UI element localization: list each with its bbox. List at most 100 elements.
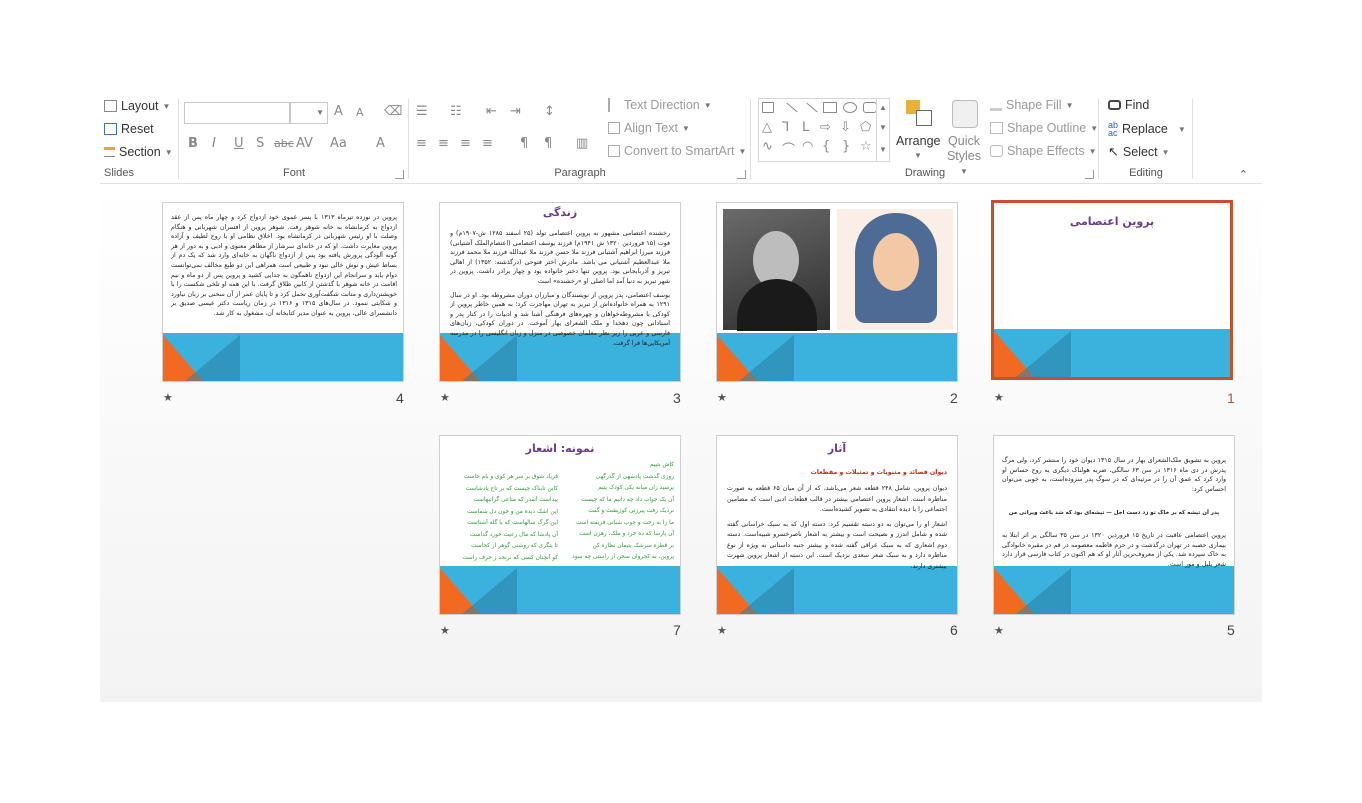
chevron-down-icon: ▼ xyxy=(316,108,324,117)
arc-shape-icon[interactable]: ◠ xyxy=(802,139,813,154)
arrange-button[interactable]: Arrange ▼ xyxy=(896,98,940,164)
slide-thumbnail-4[interactable]: پروین در نوزده تیرماه ۱۳۱۳ با پسر عموی خ… xyxy=(162,202,404,382)
replace-label: Replace xyxy=(1122,122,1168,136)
font-size-field[interactable]: ▼ xyxy=(290,102,328,124)
line-shape-icon[interactable] xyxy=(786,102,798,113)
elbow-connector-shape-icon[interactable]: ⅂ xyxy=(782,120,789,135)
freeform-shape-icon[interactable]: ∿ xyxy=(762,139,773,154)
text-direction-icon xyxy=(608,98,620,112)
down-arrow-shape-icon[interactable]: ⇩ xyxy=(840,120,851,135)
shrink-font-button[interactable]: A xyxy=(356,106,364,119)
slide-number: 2 xyxy=(950,390,958,406)
shape-effects-button[interactable]: Shape Effects ▼ xyxy=(990,144,1097,158)
text-direction-button[interactable]: Text Direction ▼ xyxy=(608,98,712,112)
shape-fill-button[interactable]: Shape Fill ▼ xyxy=(990,98,1074,112)
left-brace-shape-icon[interactable]: { xyxy=(822,139,830,154)
align-left-icon[interactable]: ≡ xyxy=(416,136,427,151)
collapse-ribbon-icon[interactable]: ⌃ xyxy=(1239,168,1248,181)
clear-formatting-icon[interactable]: ⌫ xyxy=(384,104,402,119)
quick-styles-button[interactable]: Quick Styles ▼ xyxy=(944,98,984,176)
textbox-shape-icon[interactable] xyxy=(762,102,774,113)
rtl-icon[interactable]: ¶ xyxy=(544,136,552,151)
line-spacing-icon[interactable]: ↕ xyxy=(544,104,555,119)
convert-smartart-button[interactable]: Convert to SmartArt ▼ xyxy=(608,144,746,158)
underline-button[interactable]: U xyxy=(234,136,244,151)
transition-star-icon[interactable]: ★ xyxy=(163,391,173,404)
columns-icon[interactable]: ▥ xyxy=(576,136,588,151)
star-shape-icon[interactable]: ☆ xyxy=(860,139,872,154)
layout-label: Layout xyxy=(121,99,159,113)
pentagon-shape-icon[interactable]: ⬠ xyxy=(860,120,871,135)
right-arrow-shape-icon[interactable]: ⇨ xyxy=(820,120,831,135)
increase-indent-icon[interactable]: ⇥ xyxy=(510,104,521,119)
slide-body: دیوان پروین، شامل ۲۴۸ قطعه شعر می‌باشد، … xyxy=(727,485,947,570)
slide-thumbnail-2[interactable] xyxy=(716,202,958,382)
reset-button[interactable]: Reset xyxy=(104,122,154,136)
gallery-scroll[interactable]: ▲ ▼ ▼ xyxy=(876,99,889,161)
font-color-button[interactable]: A xyxy=(376,136,385,151)
strikethrough-button[interactable]: abc xyxy=(274,137,294,150)
character-spacing-button[interactable]: AV xyxy=(296,136,313,151)
shadow-button[interactable]: S xyxy=(256,136,264,151)
font-dialog-launcher[interactable] xyxy=(395,170,404,179)
shape-outline-label: Shape Outline xyxy=(1007,121,1087,135)
layout-button[interactable]: Layout ▼ xyxy=(104,99,170,113)
curved-connector-shape-icon[interactable]: ⌒ xyxy=(782,139,795,158)
slide-body: پروین اعتصامی عاقبت در تاریخ ۱۵ فروردین … xyxy=(1002,532,1226,568)
replace-button[interactable]: ab ac Replace ▼ xyxy=(1108,120,1186,138)
find-button[interactable]: Find xyxy=(1108,98,1149,112)
slide-thumbnail-5[interactable]: پروین به تشویق ملک‌الشعرای بهار در سال ۱… xyxy=(993,435,1235,615)
align-right-icon[interactable]: ≡ xyxy=(460,136,471,151)
font-name-field[interactable] xyxy=(184,102,290,124)
select-button[interactable]: ↖ Select ▼ xyxy=(1108,144,1170,160)
transition-star-icon[interactable]: ★ xyxy=(440,391,450,404)
decrease-indent-icon[interactable]: ⇤ xyxy=(486,104,497,119)
scroll-down-icon[interactable]: ▼ xyxy=(879,123,887,132)
slide-thumbnail-6[interactable]: آثار دیوان قصائد و مثنویات و تمثیلات و م… xyxy=(716,435,958,615)
align-text-button[interactable]: Align Text ▼ xyxy=(608,121,690,135)
transition-star-icon[interactable]: ★ xyxy=(994,624,1004,637)
oval-shape-icon[interactable] xyxy=(843,102,857,113)
drawing-dialog-launcher[interactable] xyxy=(1085,170,1094,179)
elbow-connector-2-shape-icon[interactable]: ᒪ xyxy=(802,120,809,135)
slide-thumbnail-3[interactable]: زندگی رخشنده اعتصامی مشهور به پروین اعتص… xyxy=(439,202,681,382)
chevron-down-icon: ▼ xyxy=(681,123,690,133)
scroll-up-icon[interactable]: ▲ xyxy=(879,103,887,112)
replace-icon: ab ac xyxy=(1108,120,1119,138)
rectangle-shape-icon[interactable] xyxy=(823,102,837,113)
paragraph-dialog-launcher[interactable] xyxy=(737,170,746,179)
more-icon[interactable]: ▼ xyxy=(879,145,887,154)
slide-thumbnail-1[interactable]: پروین اعتصامی xyxy=(991,200,1233,380)
section-label: Section xyxy=(119,145,161,159)
section-button[interactable]: Section ▼ xyxy=(104,145,173,159)
italic-button[interactable]: I xyxy=(212,136,216,151)
align-center-icon[interactable]: ≡ xyxy=(438,136,449,151)
change-case-button[interactable]: Aa xyxy=(330,136,347,151)
transition-star-icon[interactable]: ★ xyxy=(994,391,1004,404)
ribbon-separator xyxy=(408,99,409,179)
slide-title: آثار xyxy=(827,442,847,455)
justify-icon[interactable]: ≡ xyxy=(482,136,493,151)
shape-outline-button[interactable]: Shape Outline ▼ xyxy=(990,121,1098,135)
transition-star-icon[interactable]: ★ xyxy=(717,624,727,637)
triangle-shape-icon[interactable]: △ xyxy=(762,120,772,135)
numbering-icon[interactable]: ☷ xyxy=(450,104,462,119)
rounded-rectangle-shape-icon[interactable] xyxy=(863,102,877,113)
shapes-gallery[interactable]: △ ⅂ ᒪ ⇨ ⇩ ⬠ ∿ ⌒ ◠ { } ☆ ▲ ▼ ▼ xyxy=(758,98,890,162)
chevron-down-icon: ▼ xyxy=(162,101,171,111)
transition-star-icon[interactable]: ★ xyxy=(440,624,450,637)
arrow-line-shape-icon[interactable] xyxy=(806,102,818,113)
chevron-down-icon: ▼ xyxy=(1065,100,1074,110)
slide-number: 1 xyxy=(1227,390,1235,406)
cursor-icon: ↖ xyxy=(1108,144,1119,159)
bold-button[interactable]: B xyxy=(188,136,198,151)
ribbon-group-editing: Find ab ac Replace ▼ ↖ Select ▼ Editing xyxy=(1100,95,1192,183)
transition-star-icon[interactable]: ★ xyxy=(717,391,727,404)
slide-number: 6 xyxy=(950,622,958,638)
align-text-label: Align Text xyxy=(624,121,678,135)
grow-font-button[interactable]: A xyxy=(334,104,343,119)
slide-thumbnail-7[interactable]: نمونه: اشعار کاش بتپیم روزی گذشت پادشهی … xyxy=(439,435,681,615)
ltr-icon[interactable]: ¶ xyxy=(520,136,528,151)
right-brace-shape-icon[interactable]: } xyxy=(842,139,850,154)
bullets-icon[interactable]: ☰ xyxy=(416,104,428,119)
